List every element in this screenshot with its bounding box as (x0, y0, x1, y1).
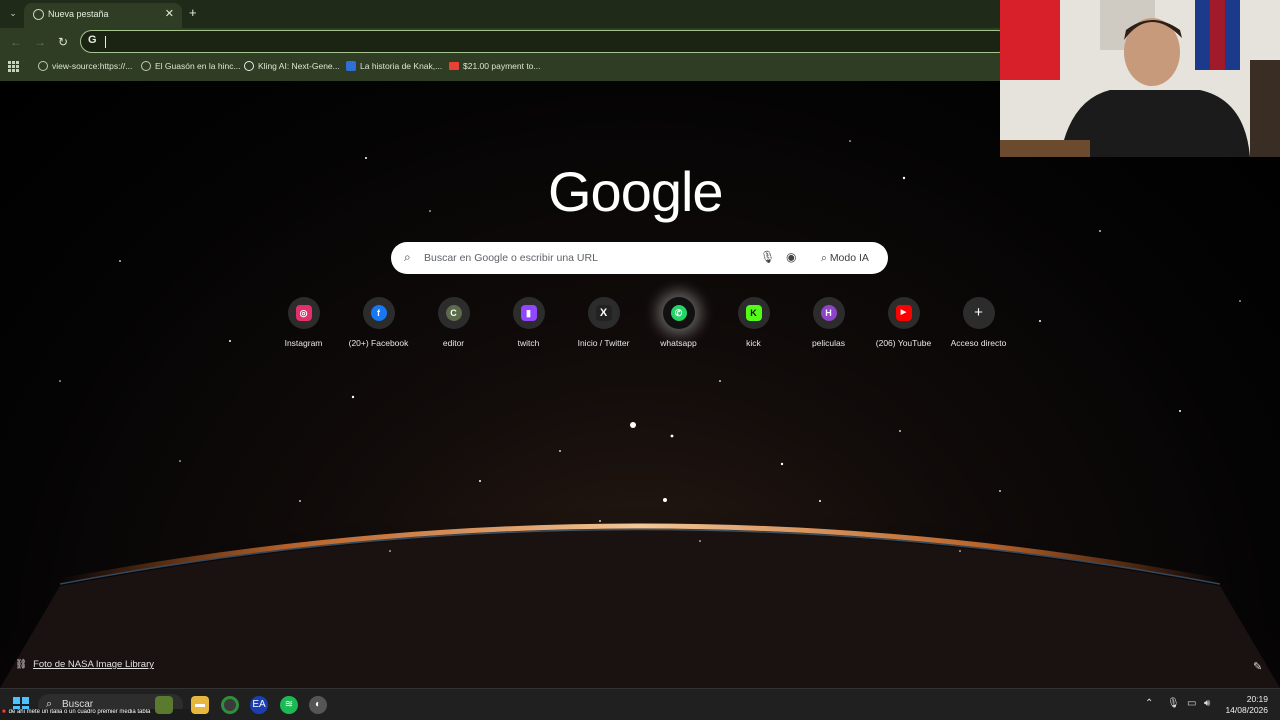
youtube-icon: ▶ (895, 305, 912, 321)
shortcut-label: whatsapp (660, 338, 697, 348)
new-tab-page: Google ⌕ Buscar en Google o escribir una… (0, 81, 1280, 688)
taskbar: ⌕ Buscar ■ de ahi mete un italia o un cua… (0, 688, 1280, 720)
lens-icon[interactable]: ◉ (786, 250, 796, 264)
address-bar[interactable]: G (80, 30, 1010, 53)
webcam-image (1000, 0, 1280, 157)
chrome-icon[interactable] (221, 696, 239, 714)
plus-icon: + (974, 304, 983, 321)
bookmark-label: La historia de Knak,... (360, 61, 443, 71)
shortcuts-grid: ◎ Instagram f (20+) Facebook C editor ▮ … (266, 297, 1016, 357)
instagram-icon: ◎ (295, 305, 312, 321)
ai-mode-button[interactable]: ⌕ Modo IA (817, 247, 879, 269)
clock-date: 14/08/2026 (1225, 705, 1268, 715)
shortcut-label: Inicio / Twitter (577, 338, 630, 348)
shortcut-add[interactable]: + Acceso directo (941, 297, 1016, 348)
back-icon[interactable]: ← (10, 35, 22, 49)
bookmark-label: view-source:https://... (52, 61, 133, 71)
shortcut-whatsapp[interactable]: ✆ whatsapp (641, 297, 716, 348)
shortcut-label: (206) YouTube (875, 338, 932, 348)
search-box[interactable]: ⌕ Buscar en Google o escribir una URL 🎙︎… (391, 242, 888, 274)
x-icon: X (595, 305, 612, 321)
clock[interactable]: 20:19 14/08/2026 (1223, 694, 1268, 716)
bookmark-label: Kling AI: Next-Gene... (258, 61, 340, 71)
bookmark-item[interactable]: Kling AI: Next-Gene... (244, 61, 340, 71)
shortcut-editor[interactable]: C editor (416, 297, 491, 348)
link-icon: ⛓︎ (15, 659, 28, 670)
ticker-tag: ■ (2, 709, 6, 715)
bookmark-item[interactable]: El Guasón en la hinc... (141, 61, 241, 71)
gmail-icon (449, 62, 459, 70)
ticker-text: de ahi mete un italia o un cuadro premie… (8, 709, 151, 715)
background-attribution-link[interactable]: ⛓︎ Foto de NASA Image Library (15, 659, 154, 670)
tab-new-tab[interactable]: Nueva pestaña ✕ (24, 3, 182, 28)
bookmark-item[interactable]: La historia de Knak,... (346, 61, 442, 71)
bookmark-item[interactable]: $21.00 payment to... (449, 61, 541, 71)
webcam-overlay (1000, 0, 1280, 157)
microphone-icon[interactable]: 🎙︎ (760, 250, 775, 264)
shortcut-twitter[interactable]: X Inicio / Twitter (566, 297, 641, 348)
shortcut-label: (20+) Facebook (348, 338, 409, 348)
ea-icon[interactable]: EA (250, 696, 268, 714)
shortcut-label: twitch (517, 338, 540, 348)
kick-icon: K (745, 305, 762, 321)
facebook-icon: f (370, 305, 387, 321)
bookmark-label: $21.00 payment to... (463, 61, 541, 71)
forward-icon[interactable]: → (34, 35, 46, 49)
shortcut-kick[interactable]: K kick (716, 297, 791, 348)
tab-search-icon[interactable]: ⌄ (6, 6, 20, 20)
shortcut-facebook[interactable]: f (20+) Facebook (341, 297, 416, 348)
apps-grid-icon[interactable] (8, 61, 19, 72)
volume-icon[interactable]: 🔊︎ (1204, 698, 1210, 709)
kling-icon (244, 61, 254, 71)
stream-ticker: ■ de ahi mete un italia o un cuadro premi… (0, 709, 210, 720)
spotify-icon[interactable]: ≋ (280, 696, 298, 714)
shortcut-peliculas[interactable]: H peliculas (791, 297, 866, 348)
shortcut-label: kick (746, 338, 761, 348)
google-g-icon: G (88, 34, 97, 46)
tab-strip: ⌄ Nueva pestaña ✕ + (0, 0, 1000, 28)
globe-icon (38, 61, 48, 71)
shortcut-label: Acceso directo (950, 338, 1007, 348)
shortcut-instagram[interactable]: ◎ Instagram (266, 297, 341, 348)
widget-icon[interactable] (155, 696, 173, 714)
shortcut-label: editor (442, 338, 465, 348)
search-placeholder: Buscar en Google o escribir una URL (424, 252, 598, 264)
file-explorer-icon[interactable]: ▬ (191, 696, 209, 714)
new-tab-button[interactable]: + (189, 5, 197, 20)
text-caret (105, 36, 106, 48)
twitch-icon: ▮ (520, 305, 537, 321)
ai-mode-label: Modo IA (829, 252, 869, 264)
customize-pencil-icon[interactable]: ✎ (1253, 660, 1262, 673)
shortcut-twitch[interactable]: ▮ twitch (491, 297, 566, 348)
reload-icon[interactable]: ↻ (58, 35, 68, 49)
shortcut-label: peliculas (811, 338, 846, 348)
chrome-favicon-icon (33, 9, 44, 20)
globe-icon (141, 61, 151, 71)
editor-icon: C (445, 305, 462, 321)
network-icon[interactable]: ▭ (1187, 698, 1196, 709)
shortcut-label: Instagram (284, 338, 323, 348)
tab-close-icon[interactable]: ✕ (165, 7, 174, 20)
microphone-tray-icon[interactable]: 🎙︎ (1167, 698, 1180, 709)
ai-search-icon: ⌕ (821, 252, 827, 264)
bookmarks-bar: view-source:https://... El Guasón en la … (0, 55, 1000, 81)
search-icon: ⌕ (404, 250, 411, 264)
bookmark-item[interactable]: view-source:https://... (38, 61, 132, 71)
toolbar: ← → ↻ G (0, 28, 1010, 55)
whatsapp-icon: ✆ (670, 305, 687, 321)
attribution-text: Foto de NASA Image Library (33, 659, 154, 670)
peliculas-icon: H (820, 305, 837, 321)
kd-icon (346, 61, 356, 71)
shortcut-youtube[interactable]: ▶ (206) YouTube (866, 297, 941, 348)
google-logo: Google (548, 160, 724, 223)
obs-icon[interactable]: ◐ (309, 696, 327, 714)
clock-time: 20:19 (1246, 694, 1268, 704)
show-hidden-icons-icon[interactable]: ⌃ (1145, 698, 1153, 709)
tab-title: Nueva pestaña (48, 9, 109, 19)
bookmark-label: El Guasón en la hinc... (155, 61, 241, 71)
